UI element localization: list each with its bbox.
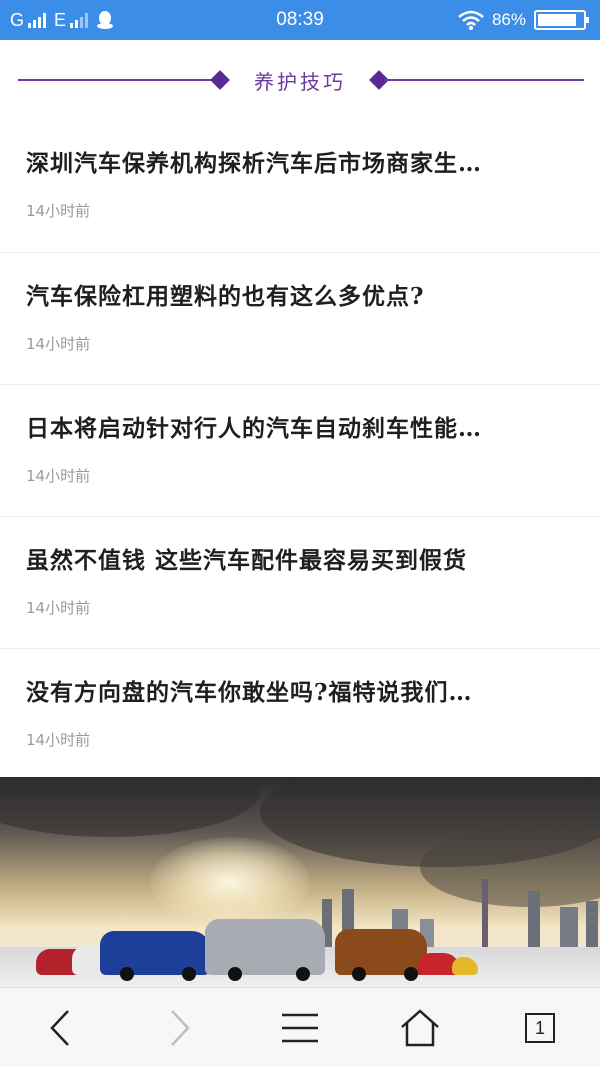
wheel (182, 967, 196, 981)
list-item[interactable]: 深圳汽车保养机构探析汽车后市场商家生… 14小时前 (0, 120, 600, 252)
back-button[interactable] (0, 988, 120, 1067)
back-icon (50, 1010, 69, 1046)
article-title[interactable]: 虽然不值钱 这些汽车配件最容易买到假货 (26, 541, 574, 575)
article-list: 深圳汽车保养机构探析汽车后市场商家生… 14小时前 汽车保险杠用塑料的也有这么多… (0, 120, 600, 780)
tabs-button[interactable]: 1 (480, 988, 600, 1067)
forward-icon (171, 1010, 190, 1046)
cloud-shape (0, 777, 260, 837)
battery-fill (538, 14, 576, 26)
list-item[interactable]: 没有方向盘的汽车你敢坐吗?福特说我们… 14小时前 (0, 648, 600, 780)
article-time: 14小时前 (26, 599, 91, 617)
battery-icon (534, 10, 589, 30)
wheel (404, 967, 418, 981)
list-item[interactable]: 虽然不值钱 这些汽车配件最容易买到假货 14小时前 (0, 516, 600, 648)
sun-glow (150, 837, 310, 927)
home-button[interactable] (360, 988, 480, 1067)
battery-percent: 86% (491, 10, 526, 29)
forward-button[interactable] (120, 988, 240, 1067)
list-item[interactable]: 日本将启动针对行人的汽车自动刹车性能… 14小时前 (0, 384, 600, 516)
article-time: 14小时前 (26, 731, 91, 749)
article-time: 14小时前 (26, 202, 91, 220)
bottom-nav: 1 (0, 987, 600, 1067)
skyline-building (560, 907, 578, 949)
article-time: 14小时前 (26, 335, 91, 353)
skyline-building (586, 901, 598, 949)
wheel (228, 967, 242, 981)
wheel (352, 967, 366, 981)
wheel (296, 967, 310, 981)
menu-button[interactable] (240, 988, 360, 1067)
skyline-building (482, 879, 488, 949)
banner-image[interactable] (0, 777, 600, 987)
tabs-icon: 1 (525, 1013, 555, 1043)
article-time: 14小时前 (26, 467, 91, 485)
article-title[interactable]: 汽车保险杠用塑料的也有这么多优点? (26, 277, 574, 311)
wheel (120, 967, 134, 981)
status-right: 86% (458, 0, 589, 40)
article-title[interactable]: 没有方向盘的汽车你敢坐吗?福特说我们… (26, 673, 574, 707)
article-title[interactable]: 深圳汽车保养机构探析汽车后市场商家生… (26, 144, 574, 178)
divider-line (384, 79, 584, 81)
car-shape (205, 919, 325, 975)
wifi-icon (458, 10, 484, 30)
section-header: 养护技巧 (0, 60, 600, 100)
article-title[interactable]: 日本将启动针对行人的汽车自动刹车性能… (26, 409, 574, 443)
skyline-building (528, 891, 540, 949)
home-icon (401, 1009, 439, 1047)
list-item[interactable]: 汽车保险杠用塑料的也有这么多优点? 14小时前 (0, 252, 600, 384)
status-bar: G E 08:39 86% (0, 0, 600, 40)
menu-icon (282, 1013, 318, 1043)
